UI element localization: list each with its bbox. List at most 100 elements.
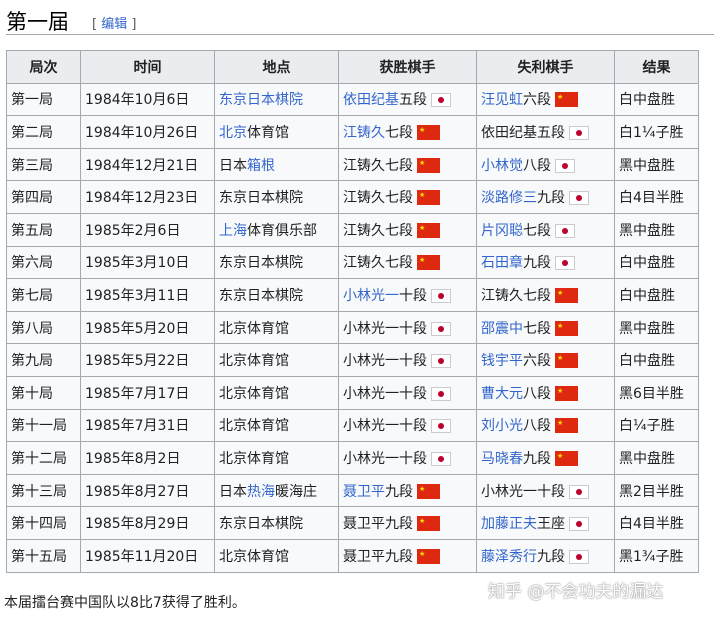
cell-result: 白4目半胜 bbox=[614, 180, 699, 214]
cell-date: 1985年7月31日 bbox=[80, 408, 215, 443]
cell-winner: 聂卫平九段 bbox=[338, 506, 477, 540]
cell-winner-link[interactable]: 小林光一 bbox=[343, 288, 399, 304]
cell-date: 1984年12月21日 bbox=[80, 147, 215, 182]
cell-round: 第六局 bbox=[6, 245, 81, 280]
cell-loser-link[interactable]: 邵震中 bbox=[481, 321, 523, 337]
cell-venue-link[interactable]: 北京 bbox=[219, 125, 247, 141]
cell-loser-link[interactable]: 曹大元 bbox=[481, 386, 523, 402]
cn-flag-icon bbox=[417, 254, 440, 271]
cell-winner-text: 七段 bbox=[385, 124, 413, 141]
cell-venue-link[interactable]: 东京日本棋院 bbox=[219, 92, 303, 108]
cell-venue: 北京体育馆 bbox=[214, 115, 339, 149]
cell-loser-text: 七段 bbox=[523, 222, 551, 239]
cell-date: 1985年11月20日 bbox=[80, 538, 215, 573]
cell-round: 第九局 bbox=[6, 343, 81, 377]
cell-venue-text: 日本 bbox=[219, 483, 247, 500]
cell-result: 黑1¾子胜 bbox=[614, 538, 699, 573]
cell-winner: 依田纪基五段 bbox=[338, 82, 477, 117]
cell-venue-text: 体育俱乐部 bbox=[247, 222, 317, 239]
cell-winner-text: 江铸久七段 bbox=[343, 190, 413, 207]
jp-flag-icon bbox=[569, 191, 589, 206]
table-row: 第二局1984年10月26日北京体育馆江铸久七段依田纪基五段白1¼子胜 bbox=[6, 115, 699, 149]
cell-loser-link[interactable]: 汪见虹 bbox=[481, 92, 523, 108]
cell-loser: 小林光一十段 bbox=[476, 473, 615, 508]
table-row: 第五局1985年2月6日上海体育俱乐部江铸久七段片冈聪七段黑中盘胜 bbox=[6, 212, 699, 247]
table-row: 第十三局1985年8月27日日本热海暖海庄聂卫平九段小林光一十段黑2目半胜 bbox=[6, 473, 699, 508]
cell-venue-link[interactable]: 箱根 bbox=[247, 158, 275, 174]
cell-round: 第十三局 bbox=[6, 473, 81, 508]
cell-winner: 江铸久七段 bbox=[338, 115, 477, 149]
jp-flag-icon bbox=[431, 288, 451, 303]
cell-loser-link[interactable]: 片冈聪 bbox=[481, 223, 523, 239]
header-winner: 获胜棋手 bbox=[338, 50, 477, 84]
jp-flag-icon bbox=[555, 158, 575, 173]
cell-loser-link[interactable]: 加藤正夫 bbox=[481, 516, 537, 532]
cell-loser-link[interactable]: 小林觉 bbox=[481, 158, 523, 174]
cell-date: 1985年8月2日 bbox=[80, 441, 215, 475]
table-row: 第十四局1985年8月29日东京日本棋院聂卫平九段加藤正夫王座白4目半胜 bbox=[6, 506, 699, 540]
cell-loser-link[interactable]: 钱宇平 bbox=[481, 353, 523, 369]
cell-venue-text: 北京体育馆 bbox=[219, 320, 289, 337]
cell-venue: 东京日本棋院 bbox=[214, 278, 339, 312]
jp-flag-icon bbox=[431, 354, 451, 369]
jp-flag-icon bbox=[555, 256, 575, 271]
cn-flag-icon bbox=[555, 91, 578, 108]
table-row: 第十二局1985年8月2日北京体育馆小林光一十段马晓春九段黑中盘胜 bbox=[6, 441, 699, 475]
cell-venue-text: 体育馆 bbox=[247, 124, 289, 141]
cell-loser-link[interactable]: 刘小光 bbox=[481, 418, 523, 434]
cell-date: 1985年2月6日 bbox=[80, 212, 215, 247]
table-row: 第十五局1985年11月20日北京体育馆聂卫平九段藤泽秀行九段黑1¾子胜 bbox=[6, 538, 699, 573]
cell-venue-text: 暖海庄 bbox=[275, 483, 317, 500]
cell-venue-link[interactable]: 上海 bbox=[219, 223, 247, 239]
cell-date: 1985年8月29日 bbox=[80, 506, 215, 540]
jp-flag-icon bbox=[569, 517, 589, 532]
cell-venue: 日本热海暖海庄 bbox=[214, 473, 339, 508]
cell-loser-text: 七段 bbox=[523, 320, 551, 337]
cell-loser-text: 王座 bbox=[537, 516, 565, 533]
cell-result: 白中盘胜 bbox=[614, 278, 699, 312]
cell-date: 1984年10月6日 bbox=[80, 82, 215, 117]
cell-loser: 小林觉八段 bbox=[476, 147, 615, 182]
cell-loser-link[interactable]: 藤泽秀行 bbox=[481, 549, 537, 565]
edit-bracket-open: [ bbox=[92, 17, 102, 32]
cell-venue-link[interactable]: 热海 bbox=[247, 484, 275, 500]
cn-flag-icon bbox=[555, 320, 578, 336]
cell-loser: 藤泽秀行九段 bbox=[476, 538, 615, 573]
cell-loser-text: 九段 bbox=[523, 255, 551, 272]
cell-date: 1985年3月10日 bbox=[80, 245, 215, 280]
cell-loser: 加藤正夫王座 bbox=[476, 506, 615, 540]
cell-winner-link[interactable]: 依田纪基 bbox=[343, 92, 399, 108]
jp-flag-icon bbox=[431, 321, 451, 336]
table-row: 第十局1985年7月17日北京体育馆小林光一十段曹大元八段黑6目半胜 bbox=[6, 375, 699, 410]
cn-flag-icon bbox=[417, 189, 440, 206]
cell-winner-link[interactable]: 聂卫平 bbox=[343, 484, 385, 500]
table-row: 第三局1984年12月21日日本箱根江铸久七段小林觉八段黑中盘胜 bbox=[6, 147, 699, 182]
cell-winner: 小林光一十段 bbox=[338, 375, 477, 410]
table-row: 第四局1984年12月23日东京日本棋院江铸久七段淡路修三九段白4目半胜 bbox=[6, 180, 699, 214]
cell-loser-text: 八段 bbox=[523, 157, 551, 174]
edit-link[interactable]: 编辑 bbox=[101, 17, 127, 32]
cell-round: 第一局 bbox=[6, 82, 81, 117]
cell-venue: 北京体育馆 bbox=[214, 538, 339, 573]
cell-round: 第八局 bbox=[6, 310, 81, 345]
cell-loser-link[interactable]: 石田章 bbox=[481, 255, 523, 271]
jp-flag-icon bbox=[431, 386, 451, 401]
cell-winner-text: 十段 bbox=[399, 287, 427, 304]
cell-result: 白1¼子胜 bbox=[614, 115, 699, 149]
cn-flag-icon bbox=[417, 483, 440, 499]
cell-loser-link[interactable]: 淡路修三 bbox=[481, 190, 537, 206]
cn-flag-icon bbox=[417, 515, 440, 532]
cell-winner-text: 聂卫平九段 bbox=[343, 548, 413, 565]
cell-loser-text: 九段 bbox=[537, 548, 565, 565]
cell-winner-link[interactable]: 江铸久 bbox=[343, 125, 385, 141]
cn-flag-icon bbox=[555, 385, 578, 401]
cell-date: 1985年5月20日 bbox=[80, 310, 215, 345]
cell-venue-text: 日本 bbox=[219, 157, 247, 174]
cell-result: 黑中盘胜 bbox=[614, 441, 699, 475]
cell-loser-link[interactable]: 马晓春 bbox=[481, 451, 523, 467]
cell-loser: 刘小光八段 bbox=[476, 408, 615, 443]
cell-result: 白中盘胜 bbox=[614, 343, 699, 377]
jp-flag-icon bbox=[569, 549, 589, 564]
table-body: 第一局1984年10月6日东京日本棋院依田纪基五段汪见虹六段白中盘胜第二局198… bbox=[6, 82, 699, 573]
jp-flag-icon bbox=[569, 125, 589, 140]
